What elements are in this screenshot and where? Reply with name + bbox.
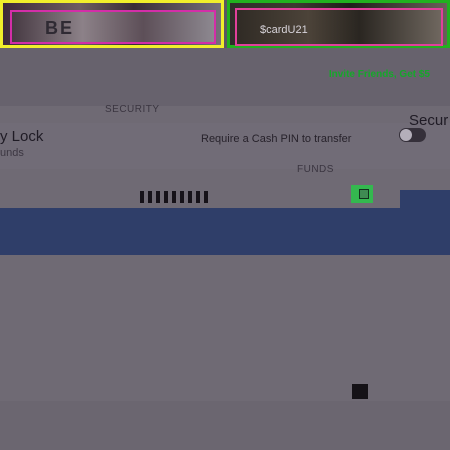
blue-banner [0, 208, 450, 255]
card-icon [351, 185, 373, 203]
security-right-title: Secur [409, 112, 449, 129]
header-photo-strip: BE $cardU21 [0, 0, 450, 48]
right-photo-text: $cardU21 [260, 24, 308, 36]
left-photo-frame [10, 10, 216, 44]
funds-section-title: FUNDS [297, 164, 334, 175]
security-row[interactable] [0, 123, 450, 169]
square-icon [352, 384, 368, 399]
app-screen: BE $cardU21 Invite Friends, Get $5 SECUR… [0, 0, 450, 450]
cash-pin-requirement-text: Require a Cash PIN to transfer [201, 133, 352, 145]
security-section-title: SECURITY [105, 104, 160, 115]
barcode-icon [140, 191, 210, 203]
banner-corner [400, 190, 450, 210]
lock-title: y Lock [0, 128, 44, 145]
left-photo-text: BE [45, 18, 75, 38]
toggle-knob [400, 129, 412, 141]
security-toggle[interactable] [399, 128, 426, 142]
funds-icons-row [0, 186, 450, 208]
lock-subtitle: unds [0, 147, 24, 159]
bottom-band [0, 401, 450, 450]
invite-friends-link[interactable]: Invite Friends, Get $5 [329, 69, 430, 80]
left-photo [0, 0, 224, 48]
